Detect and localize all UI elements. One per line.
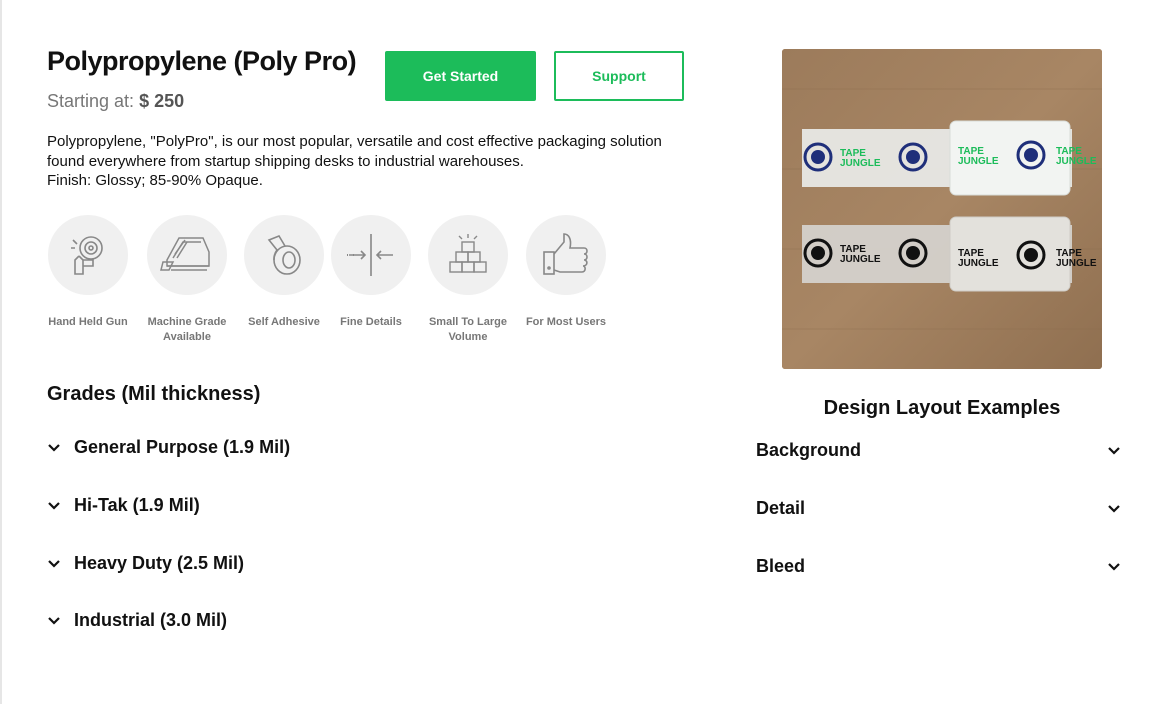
feature-self-adhesive: Self Adhesive bbox=[234, 215, 334, 330]
product-description: Polypropylene, "PolyPro", is our most po… bbox=[47, 132, 727, 191]
tape-brand-text: TAPE JUNGLE bbox=[1056, 146, 1097, 167]
fine-details-icon bbox=[331, 215, 411, 295]
feature-label: Self Adhesive bbox=[248, 316, 320, 328]
chevron-down-icon bbox=[1107, 556, 1121, 577]
accordion-label: Bleed bbox=[756, 556, 806, 576]
chevron-down-icon bbox=[1107, 440, 1121, 461]
price-label: Starting at: bbox=[47, 91, 135, 111]
support-button[interactable]: Support bbox=[554, 51, 684, 101]
boxes-icon bbox=[428, 215, 508, 295]
design-layout-heading: Design Layout Examples bbox=[823, 397, 1061, 419]
chevron-down-icon bbox=[47, 616, 63, 626]
feature-label: Fine Details bbox=[340, 316, 402, 328]
accordion-label: Detail bbox=[756, 498, 806, 518]
feature-fine-details: Fine Details bbox=[321, 215, 421, 330]
product-photo: TAPE JUNGLE TAPE JUNGLE TAPE JUNGLE TAPE… bbox=[782, 49, 1102, 369]
page-title: Polypropylene (Poly Pro) bbox=[47, 46, 357, 76]
grade-label: Heavy Duty (2.5 Mil) bbox=[74, 553, 245, 573]
tape-roll-icon bbox=[244, 215, 324, 295]
grades-heading: Grades (Mil thickness) bbox=[47, 383, 261, 405]
feature-most-users: For Most Users bbox=[516, 215, 616, 330]
feature-machine-grade: Machine Grade Available bbox=[137, 215, 237, 345]
price-value: $ 250 bbox=[139, 91, 185, 111]
chevron-down-icon bbox=[47, 443, 63, 453]
accordion-label: Background bbox=[756, 440, 862, 460]
accordion-bleed[interactable]: Bleed bbox=[756, 556, 1121, 577]
grade-label: General Purpose (1.9 Mil) bbox=[74, 437, 291, 457]
tape-machine-icon bbox=[147, 215, 227, 295]
grade-industrial[interactable]: Industrial (3.0 Mil) bbox=[47, 610, 227, 631]
chevron-down-icon bbox=[47, 501, 63, 511]
feature-label: Machine Grade Available bbox=[147, 316, 227, 343]
get-started-button[interactable]: Get Started bbox=[385, 51, 536, 101]
tape-brand-text: TAPE JUNGLE bbox=[840, 244, 881, 265]
description-line: found everywhere from startup shipping d… bbox=[47, 152, 524, 170]
feature-label: Hand Held Gun bbox=[48, 316, 128, 328]
feature-hand-held-gun: Hand Held Gun bbox=[38, 215, 138, 330]
page-left-border bbox=[0, 0, 2, 704]
chevron-down-icon bbox=[47, 559, 63, 569]
chevron-down-icon bbox=[1107, 498, 1121, 519]
feature-volume: Small To Large Volume bbox=[418, 215, 518, 345]
starting-price: Starting at: $ 250 bbox=[47, 91, 184, 112]
feature-label: Small To Large Volume bbox=[428, 316, 508, 343]
tape-brand-text: TAPE JUNGLE bbox=[958, 146, 999, 167]
accordion-background[interactable]: Background bbox=[756, 440, 1121, 461]
tape-brand-text: TAPE JUNGLE bbox=[958, 248, 999, 269]
grade-label: Hi-Tak (1.9 Mil) bbox=[74, 495, 200, 515]
tape-brand-text: TAPE JUNGLE bbox=[1056, 248, 1097, 269]
feature-label: For Most Users bbox=[525, 316, 607, 328]
tape-gun-icon bbox=[48, 215, 128, 295]
grade-hi-tak[interactable]: Hi-Tak (1.9 Mil) bbox=[47, 495, 200, 516]
thumbs-up-icon bbox=[526, 215, 606, 295]
grade-general-purpose[interactable]: General Purpose (1.9 Mil) bbox=[47, 437, 290, 458]
description-finish: Finish: Glossy; 85-90% Opaque. bbox=[47, 172, 263, 189]
description-line: Polypropylene, "PolyPro", is our most po… bbox=[47, 133, 662, 150]
grade-label: Industrial (3.0 Mil) bbox=[74, 610, 228, 630]
accordion-detail[interactable]: Detail bbox=[756, 498, 1121, 519]
grade-heavy-duty[interactable]: Heavy Duty (2.5 Mil) bbox=[47, 553, 244, 574]
tape-brand-text: TAPE JUNGLE bbox=[840, 148, 881, 169]
